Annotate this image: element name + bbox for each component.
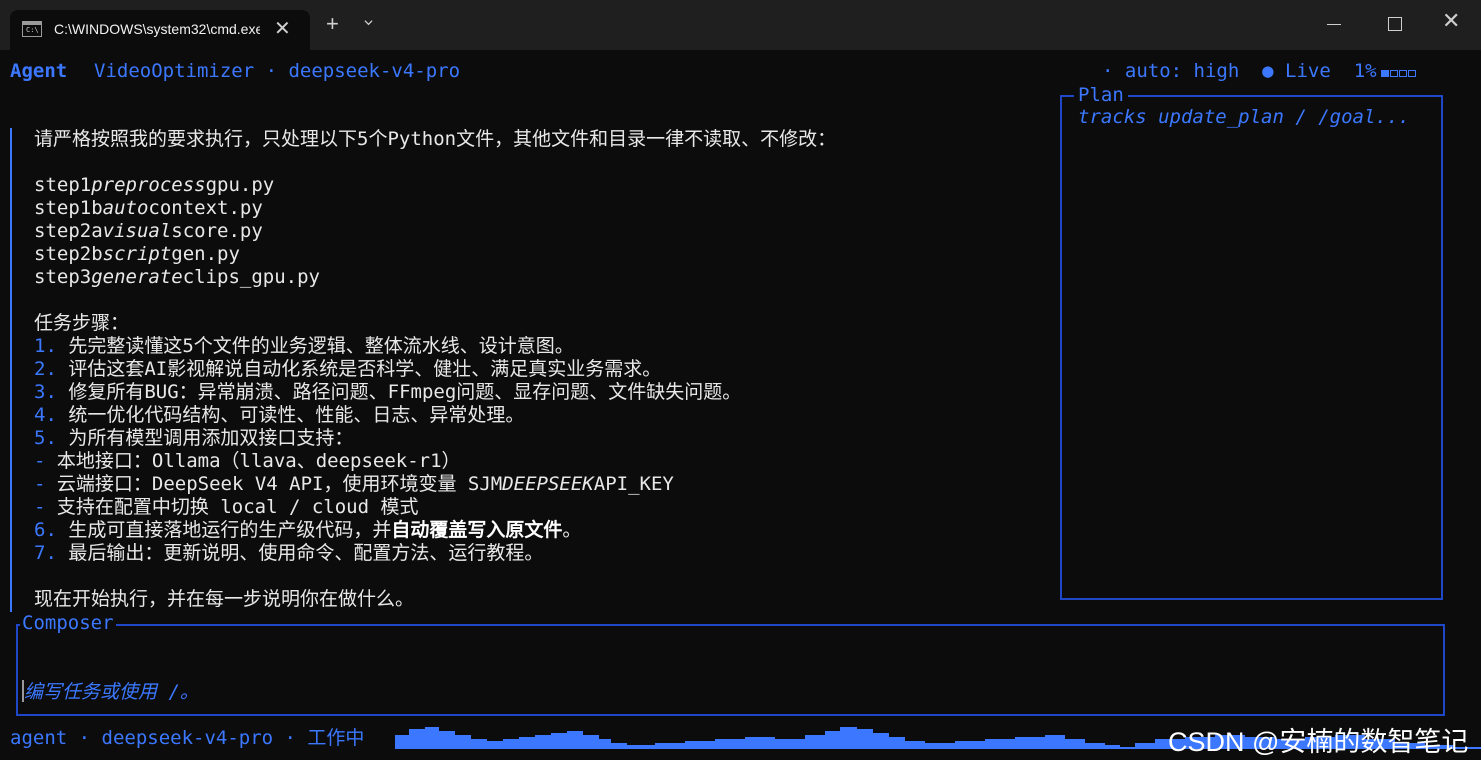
status-bar-text: agent · deepseek-v4-pro · 工作中 [10, 727, 365, 749]
step-item: 3. 修复所有BUG：异常崩溃、路径问题、FFmpeg问题、显存问题、文件缺失问… [34, 381, 742, 403]
project-name: VideoOptimizer · deepseek-v4-pro [94, 60, 461, 82]
watermark-text: CSDN @安楠的数智笔记 [1168, 727, 1469, 757]
message-intro: 请严格按照我的要求执行，只处理以下5个Python文件，其他文件和目录一律不读取… [34, 128, 837, 150]
file-item: step2bscriptgen.py [34, 243, 240, 265]
message-accent-bar [10, 128, 12, 612]
step-item: 4. 统一优化代码结构、可读性、性能、日志、异常处理。 [34, 404, 525, 426]
tab-title: C:\WINDOWS\system32\cmd.exe [54, 21, 260, 37]
chevron-down-icon[interactable] [364, 18, 373, 27]
minimize-button[interactable] [1327, 24, 1341, 25]
terminal-tab[interactable]: C:\ C:\WINDOWS\system32\cmd.exe ✕ [10, 10, 310, 50]
step-item: 6. 生成可直接落地运行的生产级代码，并自动覆盖写入原文件。 [34, 519, 582, 541]
close-window-button[interactable]: ✕ [1442, 8, 1460, 34]
plan-panel [1060, 95, 1443, 600]
composer-input[interactable] [24, 680, 824, 704]
close-tab-icon[interactable]: ✕ [274, 16, 291, 41]
sub-item: - 云端接口：DeepSeek V4 API，使用环境变量 SJMDEEPSEE… [34, 473, 674, 495]
agent-label: Agent [10, 60, 68, 82]
step-item: 7. 最后输出：更新说明、使用命令、配置方法、运行教程。 [34, 542, 544, 564]
new-tab-button[interactable]: + [326, 13, 339, 35]
usage-meter [1380, 60, 1417, 83]
file-item: step3generateclips_gpu.py [34, 266, 320, 288]
step-item: 1. 先完整读懂这5个文件的业务逻辑、整体流水线、设计意图。 [34, 335, 574, 357]
sub-item: - 本地接口：Ollama（llava、deepseek-r1） [34, 450, 461, 472]
auto-status: · auto: high [1102, 60, 1240, 82]
file-item: step1bautocontext.py [34, 197, 263, 219]
plan-body: tracks update_plan / /goal... [1078, 106, 1410, 128]
maximize-button[interactable] [1388, 17, 1402, 31]
step-item: 5. 为所有模型调用添加双接口支持： [34, 427, 354, 449]
terminal-icon: C:\ [22, 21, 42, 37]
title-bar: C:\ C:\WINDOWS\system32\cmd.exe ✕ + ✕ [0, 0, 1481, 50]
plan-title: Plan [1074, 84, 1128, 106]
file-item: step2avisualscore.py [34, 220, 263, 242]
composer-title: Composer [20, 612, 116, 634]
user-message: 请严格按照我的要求执行，只处理以下5个Python文件，其他文件和目录一律不读取… [34, 128, 1054, 611]
step-item: 2. 评估这套AI影视解说自动化系统是否科学、健壮、满足真实业务需求。 [34, 358, 662, 380]
header-status: · auto: high ● Live 1% [1102, 60, 1417, 83]
message-outro: 现在开始执行，并在每一步说明你在做什么。 [34, 588, 415, 610]
usage-percent: 1% [1353, 60, 1377, 82]
live-status: ● Live [1262, 60, 1331, 82]
steps-title: 任务步骤： [34, 312, 130, 334]
sub-item: - 支持在配置中切换 local / cloud 模式 [34, 496, 419, 518]
file-item: step1preprocessgpu.py [34, 174, 275, 196]
